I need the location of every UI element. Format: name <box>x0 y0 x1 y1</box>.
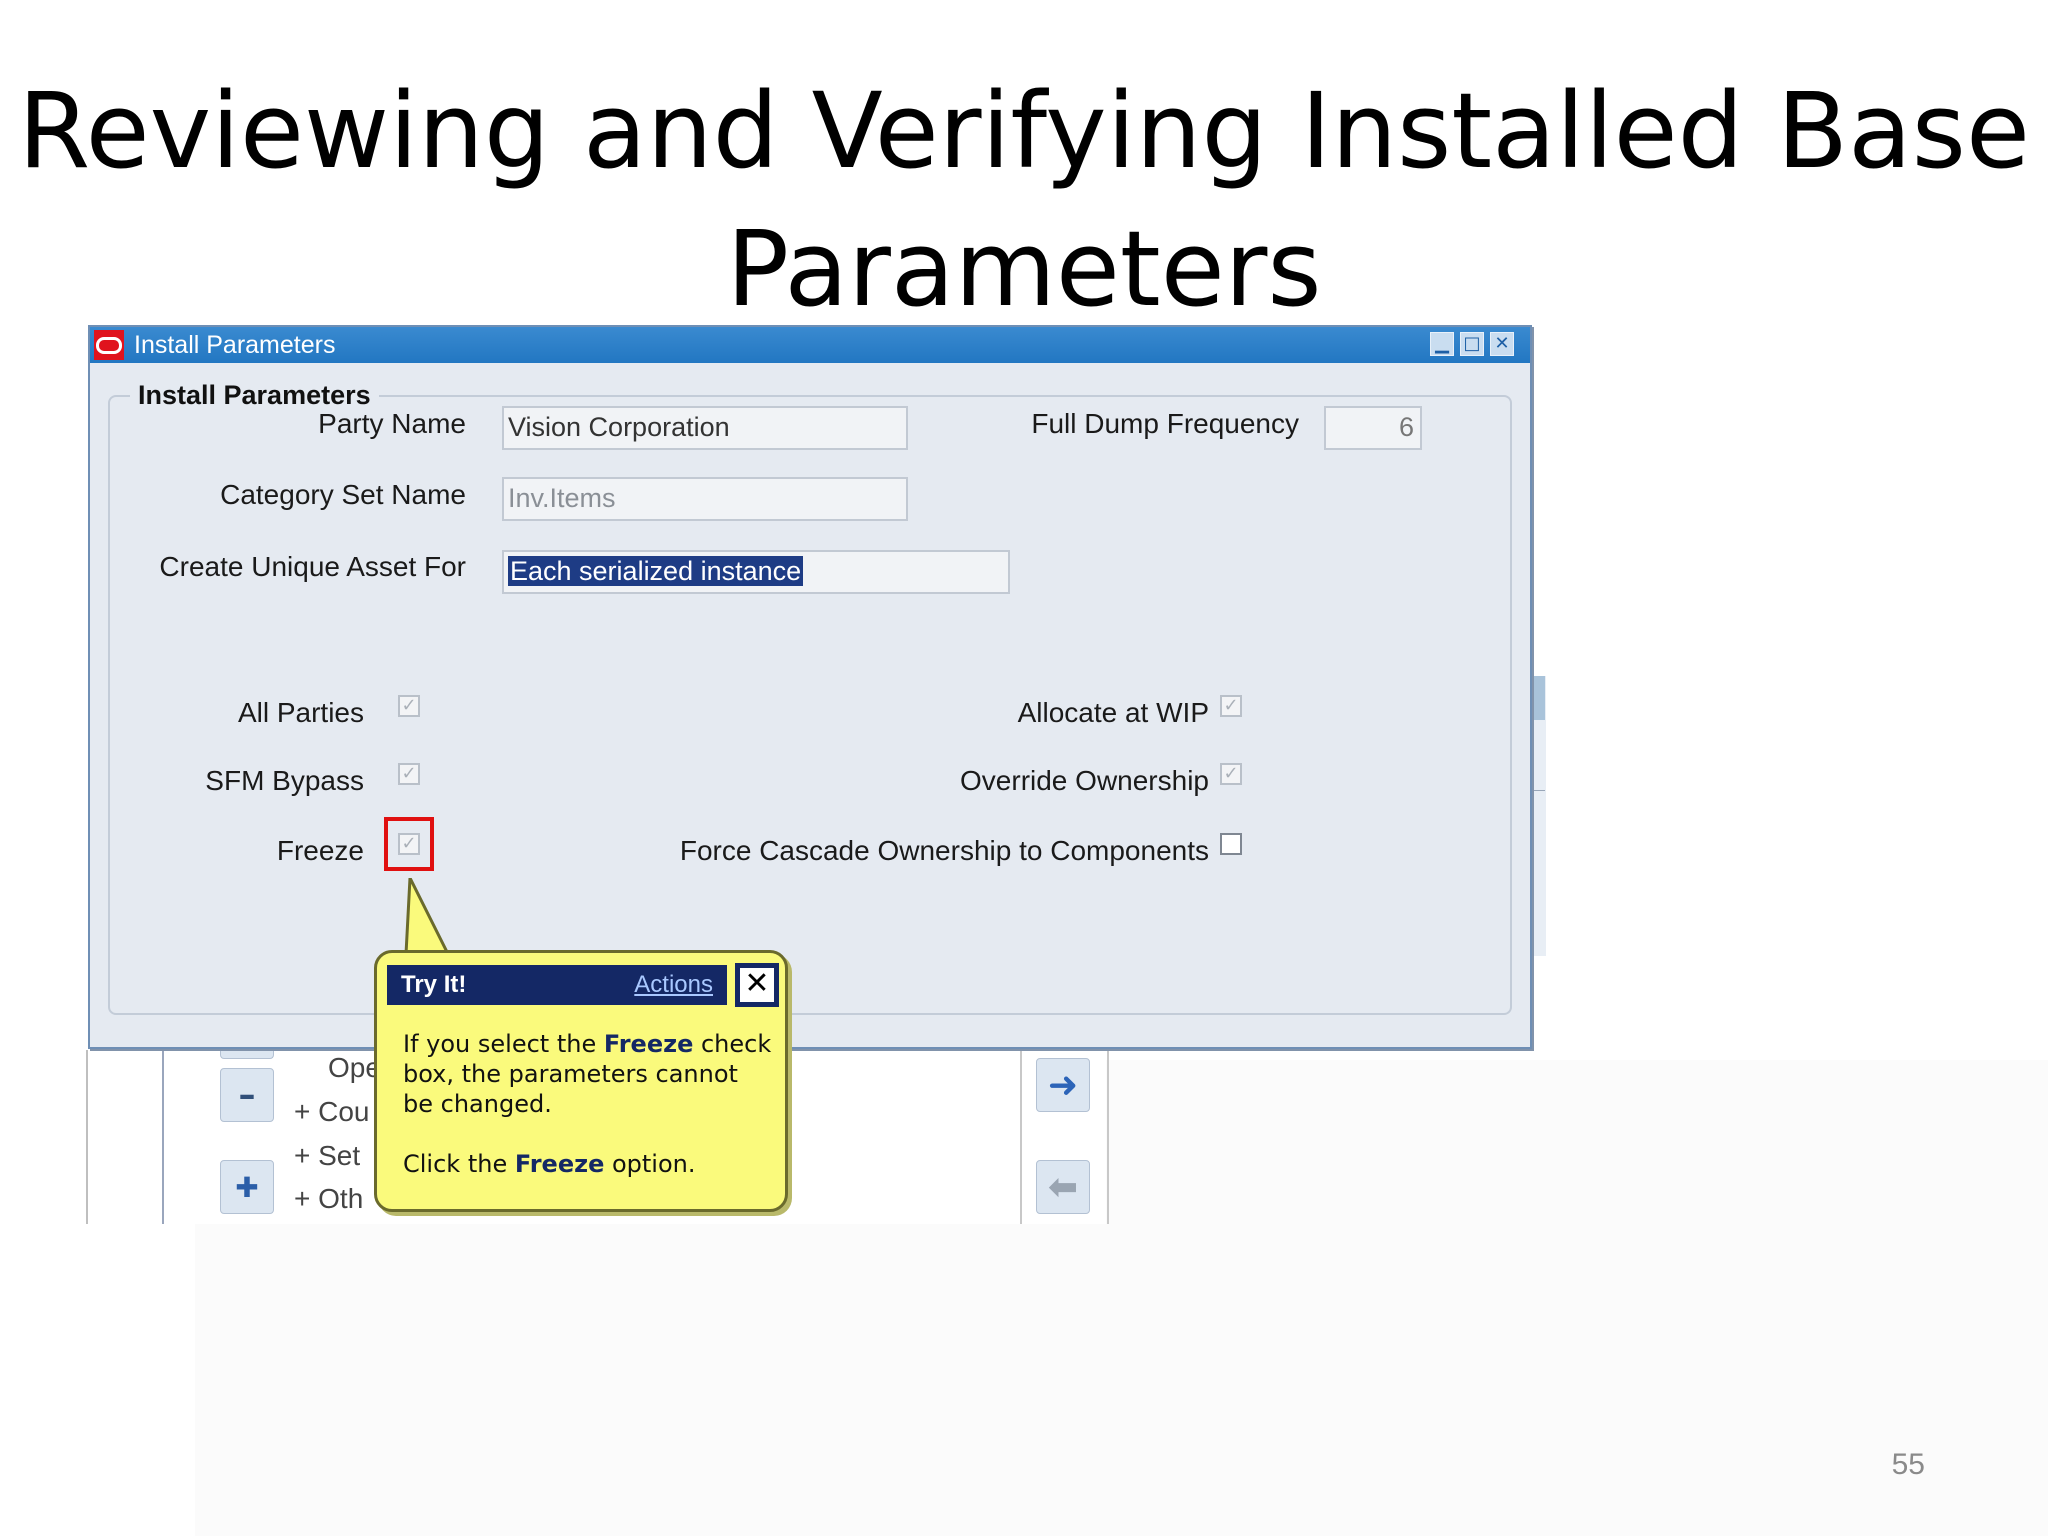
actions-link[interactable]: Actions <box>634 967 713 1003</box>
create-unique-asset-field[interactable]: Each serialized instance <box>502 550 1010 594</box>
override-ownership-checkbox[interactable]: ✓ <box>1220 763 1242 785</box>
minimize-icon: ▁ <box>1435 333 1449 354</box>
callout-pointer <box>404 878 451 956</box>
minimize-button[interactable]: ▁ <box>1430 332 1454 356</box>
callout-text-part: option. <box>604 1150 696 1178</box>
arrow-left-icon: ⬅ <box>1047 1166 1079 1208</box>
allocate-at-wip-checkbox[interactable]: ✓ <box>1220 695 1242 717</box>
all-parties-label: All Parties <box>237 697 364 728</box>
force-cascade-checkbox[interactable] <box>1220 833 1242 855</box>
maximize-button[interactable]: □ <box>1460 332 1484 356</box>
background-divider <box>162 1050 164 1224</box>
tree-item[interactable]: + Oth <box>294 1183 363 1215</box>
tree-item[interactable]: + Set <box>294 1140 360 1172</box>
move-right-button[interactable]: ➜ <box>1036 1058 1090 1112</box>
background-tab <box>1533 676 1545 720</box>
background-divider <box>1020 1050 1022 1224</box>
background-divider <box>1533 790 1545 791</box>
callout-close-button[interactable]: ✕ <box>735 963 779 1007</box>
minus-icon: – <box>238 1075 256 1115</box>
checkmark-icon: ✓ <box>1223 763 1239 784</box>
maximize-icon: □ <box>1463 333 1481 354</box>
close-icon: ✕ <box>1494 333 1510 354</box>
window-titlebar[interactable]: Install Parameters ▁ □ ✕ <box>90 327 1530 363</box>
expand-icon: ✚ <box>235 1170 259 1204</box>
close-window-button[interactable]: ✕ <box>1490 332 1514 356</box>
window-title: Install Parameters <box>134 331 336 359</box>
all-parties-checkbox[interactable]: ✓ <box>398 695 420 717</box>
create-unique-asset-label: Create Unique Asset For <box>159 551 466 582</box>
tree-item[interactable]: Ope <box>328 1052 381 1084</box>
full-dump-frequency-label: Full Dump Frequency <box>1031 408 1299 439</box>
party-name-label: Party Name <box>318 408 466 439</box>
oracle-logo-icon <box>94 330 124 360</box>
try-it-heading: Try It! <box>401 971 467 998</box>
install-parameters-window: Install Parameters ▁ □ ✕ Install Paramet… <box>88 325 1532 1049</box>
callout-text-bold: Freeze <box>514 1150 605 1178</box>
close-icon: ✕ <box>740 968 774 1002</box>
selected-text: Each serialized instance <box>508 556 804 586</box>
slide-title-line2: Parameters <box>726 208 1322 330</box>
move-left-button[interactable]: ⬅ <box>1036 1160 1090 1214</box>
callout-header: Try It! Actions <box>387 965 727 1005</box>
arrow-right-icon: ➜ <box>1047 1064 1079 1106</box>
callout-text: If you select the Freeze check box, the … <box>403 1029 773 1179</box>
party-name-field[interactable]: Vision Corporation <box>502 406 908 450</box>
force-cascade-label: Force Cascade Ownership to Components <box>679 835 1209 866</box>
checkmark-icon: ✓ <box>1223 695 1239 716</box>
expand-all-button[interactable]: ✚ <box>220 1160 274 1214</box>
freeze-highlight-box <box>384 817 434 871</box>
callout-text-part: If you select the <box>403 1030 604 1058</box>
callout-text-bold: Freeze <box>603 1030 694 1058</box>
sfm-bypass-label: SFM Bypass <box>205 765 364 796</box>
full-dump-frequency-field[interactable]: 6 <box>1324 406 1422 450</box>
slide-title: Reviewing and Verifying Installed Base P… <box>0 62 2048 338</box>
checkmark-icon: ✓ <box>401 695 417 716</box>
freeze-label: Freeze <box>276 835 364 866</box>
tree-item[interactable]: + Cou <box>294 1096 370 1128</box>
try-it-callout: Try It! Actions ✕ If you select the Free… <box>374 950 788 1212</box>
slide-title-line1: Reviewing and Verifying Installed Base <box>18 70 2030 192</box>
override-ownership-label: Override Ownership <box>960 765 1209 796</box>
category-set-label: Category Set Name <box>220 479 466 510</box>
background-divider <box>86 1050 88 1224</box>
collapse-button[interactable]: – <box>220 1068 274 1122</box>
background-divider <box>1107 1050 1109 1224</box>
allocate-at-wip-label: Allocate at WIP <box>1017 697 1209 728</box>
slide-page-number: 55 <box>1891 1448 1925 1481</box>
category-set-field[interactable]: Inv.Items <box>502 477 908 521</box>
callout-text-part: Click the <box>403 1150 515 1178</box>
sfm-bypass-checkbox[interactable]: ✓ <box>398 763 420 785</box>
checkmark-icon: ✓ <box>401 763 417 784</box>
